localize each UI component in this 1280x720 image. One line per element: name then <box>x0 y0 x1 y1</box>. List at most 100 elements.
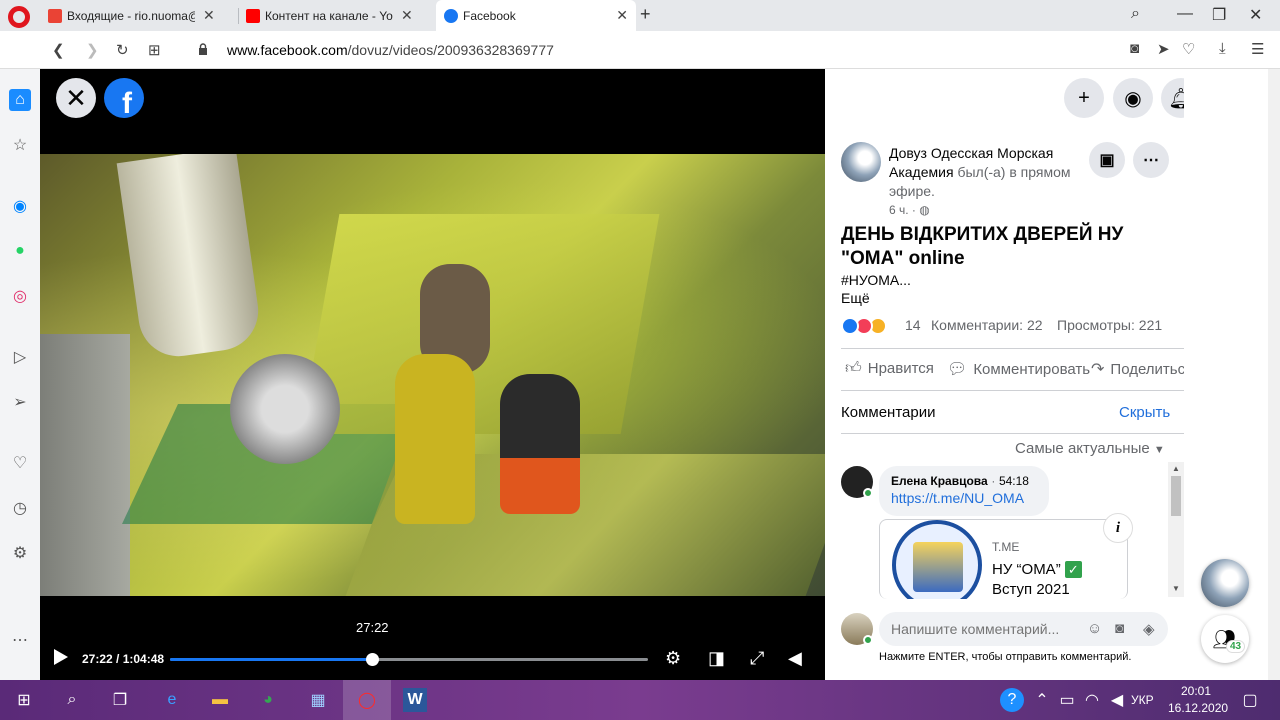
clock-time[interactable]: 20:01 <box>1181 684 1211 698</box>
comment-author[interactable]: Елена Кравцова <box>891 474 988 488</box>
network-icon[interactable]: ◠ <box>1080 688 1104 712</box>
volume-icon[interactable]: ◀ <box>788 648 802 669</box>
settings-gear-icon[interactable]: ⚙ <box>665 648 681 669</box>
video-frame[interactable] <box>40 154 825 596</box>
notifications-tray-icon[interactable]: ▢ <box>1238 688 1262 712</box>
hashtag-link[interactable]: #НУОМА... <box>841 272 911 288</box>
close-window-icon[interactable]: ✕ <box>1249 5 1262 25</box>
facebook-logo-icon[interactable]: f <box>104 78 144 118</box>
hide-comments-link[interactable]: Скрыть <box>1119 404 1170 421</box>
chat-head-avatar[interactable] <box>1201 559 1249 607</box>
history-icon[interactable]: ◷ <box>9 497 31 519</box>
battery-icon[interactable]: ▭ <box>1055 688 1079 712</box>
sticker-icon[interactable]: ◈ <box>1143 620 1155 638</box>
like-button[interactable]: 👍︎ Нравится <box>845 359 934 378</box>
search-icon[interactable]: ⌕ <box>60 688 84 712</box>
messenger-icon[interactable]: ◉ <box>9 195 31 217</box>
opera-logo-icon[interactable] <box>8 6 30 28</box>
favorites-icon[interactable]: ♡ <box>9 452 31 474</box>
scroll-thumb[interactable] <box>1171 476 1181 516</box>
tab-label: Входящие - rio.nuoma@gm <box>67 8 195 23</box>
video-player[interactable]: ✕ f 27:22 27:22 / 1:04:48 ⚙ ◨ ⤢ ◀ <box>40 69 825 680</box>
comments-scrollbar[interactable]: ▲ ▼ <box>1168 462 1184 597</box>
heart-icon[interactable]: ♡ <box>1182 40 1195 58</box>
camera-icon[interactable]: ◙ <box>1130 40 1139 57</box>
progress-bar[interactable] <box>170 653 648 666</box>
download-icon[interactable]: ⤓ <box>1219 40 1226 57</box>
messenger-button[interactable]: ◉ <box>1113 78 1153 118</box>
info-icon[interactable]: i <box>1103 513 1133 543</box>
tab-gmail[interactable]: Входящие - rio.nuoma@gm ✕ <box>40 0 223 31</box>
progress-fill <box>170 658 373 661</box>
create-button[interactable]: + <box>1064 78 1104 118</box>
comment-input[interactable] <box>879 612 1168 646</box>
reactions[interactable] <box>841 316 903 336</box>
task-view-icon[interactable]: ❐ <box>108 688 132 712</box>
star-icon[interactable]: ☆ <box>9 134 31 156</box>
save-post-icon[interactable]: ▣ <box>1089 142 1125 178</box>
fullscreen-icon[interactable]: ⤢ <box>750 648 764 669</box>
send-icon[interactable]: ➤ <box>1157 40 1170 58</box>
camera-icon[interactable]: ◙ <box>1115 620 1124 637</box>
reload-icon[interactable]: ↻ <box>116 41 129 59</box>
help-icon[interactable]: ? <box>1000 688 1024 712</box>
close-tab-icon[interactable]: ✕ <box>616 7 628 24</box>
restore-icon[interactable]: ❐ <box>1212 5 1226 25</box>
preview-title-line1: НУ “ОМА” <box>992 561 1061 578</box>
chrome-icon[interactable]: ◕ <box>256 688 280 712</box>
language-indicator[interactable]: УКР <box>1131 693 1154 707</box>
home-icon[interactable]: ⌂ <box>9 89 31 111</box>
post-options-icon[interactable]: ⋯ <box>1133 142 1169 178</box>
reactions-count[interactable]: 14 <box>905 317 921 333</box>
minimize-icon[interactable]: — <box>1177 5 1193 23</box>
scroll-down-icon[interactable]: ▼ <box>1172 584 1180 593</box>
comment-button[interactable]: 💬︎ Комментировать <box>947 359 1090 379</box>
tray-chevron-icon[interactable]: ⌃ <box>1030 688 1054 712</box>
forward-icon[interactable]: ❯ <box>86 41 99 59</box>
instagram-icon[interactable]: ◎ <box>9 285 31 307</box>
back-icon[interactable]: ❮ <box>52 41 65 59</box>
settings-icon[interactable]: ⚙ <box>9 542 31 564</box>
comment-link[interactable]: https://t.me/NU_OMA <box>891 490 1037 506</box>
search-tabs-icon[interactable]: ⌕ <box>1131 5 1140 23</box>
more-icon[interactable]: ⋯ <box>9 629 31 651</box>
tab-youtube[interactable]: Контент на канале - YouTube ✕ <box>238 0 421 31</box>
enter-hint: Нажмите ENTER, чтобы отправить комментар… <box>879 651 1132 663</box>
post-time[interactable]: 6 ч. · <box>889 203 916 217</box>
tab-label: Контент на канале - YouTube <box>265 8 393 23</box>
link-preview-card[interactable]: T.ME НУ “ОМА” ✓ Вступ 2021 <box>879 519 1128 599</box>
player-icon[interactable]: ▷ <box>9 346 31 368</box>
url-field[interactable]: www.facebook.com/dovuz/videos/2009363283… <box>227 42 554 58</box>
edge-icon[interactable]: e <box>160 688 184 712</box>
easy-setup-icon[interactable]: ☰ <box>1251 40 1264 58</box>
page-avatar[interactable] <box>841 142 881 182</box>
comment-sort-dropdown[interactable]: Самые актуальные ▼ <box>1015 440 1165 457</box>
contacts-icon[interactable]: 👥︎ <box>1201 615 1249 663</box>
control-panel-icon[interactable]: ▦ <box>306 688 330 712</box>
windows-start-icon[interactable]: ⊞ <box>12 688 36 712</box>
address-bar: ❮ ❯ ↻ ⊞ www.facebook.com/dovuz/videos/20… <box>0 31 1280 69</box>
share-button[interactable]: ↷ Поделиться <box>1091 359 1184 379</box>
volume-tray-icon[interactable]: ◀ <box>1105 688 1129 712</box>
close-tab-icon[interactable]: ✕ <box>203 7 215 24</box>
page-scrollbar[interactable] <box>1268 69 1280 680</box>
progress-knob[interactable] <box>366 653 380 666</box>
new-tab-icon[interactable]: + <box>640 4 651 25</box>
opera-taskbar-icon[interactable]: ◯ <box>355 688 379 712</box>
play-icon[interactable] <box>54 649 68 665</box>
flow-icon[interactable]: ➢ <box>9 391 31 413</box>
comment-timestamp[interactable]: 54:18 <box>999 474 1029 488</box>
clock-date[interactable]: 16.12.2020 <box>1168 701 1228 715</box>
picture-in-picture-icon[interactable]: ◨ <box>708 648 725 669</box>
grid-icon[interactable]: ⊞ <box>148 41 161 59</box>
whatsapp-icon[interactable]: ● <box>9 240 31 262</box>
comments-count[interactable]: Комментарии: 22 <box>931 317 1043 333</box>
emoji-icon[interactable]: ☺ <box>1087 620 1102 637</box>
scroll-up-icon[interactable]: ▲ <box>1172 464 1180 473</box>
word-icon[interactable]: W <box>403 688 427 712</box>
close-video-button[interactable]: ✕ <box>56 78 96 118</box>
file-explorer-icon[interactable]: ▬ <box>208 688 232 712</box>
see-more-link[interactable]: Ещё <box>841 290 870 306</box>
tab-facebook[interactable]: Facebook ✕ <box>436 0 636 31</box>
close-tab-icon[interactable]: ✕ <box>401 7 413 24</box>
